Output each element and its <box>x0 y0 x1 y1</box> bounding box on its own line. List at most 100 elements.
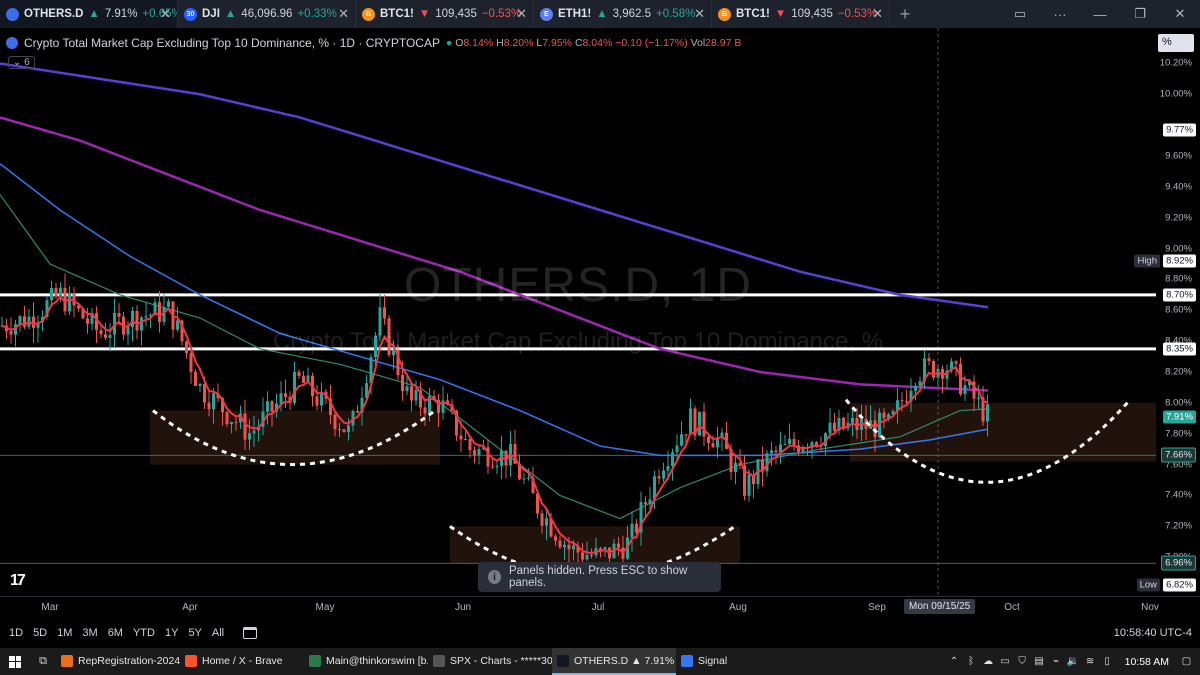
price-tick-label: 9.40% <box>1165 181 1192 193</box>
app-icon <box>433 654 445 667</box>
candle-body <box>680 434 683 446</box>
range-button-all[interactable]: All <box>207 627 229 639</box>
battery-icon[interactable]: ▯ <box>1102 656 1113 667</box>
candle-body <box>284 393 287 397</box>
volume-icon[interactable]: 🔉 <box>1067 656 1079 667</box>
calendar-icon[interactable] <box>243 627 258 639</box>
taskbar-app-label: Home / X - Brave <box>202 654 283 667</box>
shield-icon[interactable]: ⛉ <box>1017 656 1028 667</box>
range-button-5d[interactable]: 5D <box>28 627 52 639</box>
tab-price: 109,435 <box>791 8 833 20</box>
low-value-tag: 6.82% <box>1163 578 1196 592</box>
range-button-ytd[interactable]: YTD <box>128 627 160 639</box>
price-tick-label: 8.00% <box>1165 397 1192 409</box>
close-icon[interactable]: ✕ <box>516 6 527 22</box>
close-icon[interactable]: ✕ <box>338 6 349 22</box>
tab-0[interactable]: OTHERS.D ▲ 7.91% +0.65% ✕ <box>0 0 178 28</box>
bluetooth-icon[interactable]: ᛒ <box>966 656 977 667</box>
chart-clock[interactable]: 10:58:40 UTC-4 <box>1114 627 1192 639</box>
range-button-1m[interactable]: 1M <box>52 627 77 639</box>
candle-body <box>315 396 319 406</box>
candle-body <box>459 435 463 440</box>
range-button-3m[interactable]: 3M <box>77 627 102 639</box>
close-window-button[interactable]: ✕ <box>1160 6 1200 22</box>
wifi-icon[interactable]: ≋ <box>1085 656 1096 667</box>
candle-body <box>977 397 980 399</box>
candle-body <box>770 450 773 454</box>
time-tick-label: Nov <box>1141 602 1159 613</box>
candle-body <box>783 443 787 445</box>
price-tick-label: 10.20% <box>1159 57 1192 69</box>
tab-symbol: OTHERS.D <box>24 8 84 20</box>
candle-body <box>986 404 989 422</box>
symbol-watermark: OTHERS.D, 1D <box>403 259 753 312</box>
display-icon[interactable]: ▤ <box>1034 656 1045 667</box>
candle-body <box>293 372 296 403</box>
candle-body <box>198 383 202 386</box>
usb-icon[interactable]: ⌁ <box>1051 656 1062 667</box>
candle-body <box>617 543 620 548</box>
close-icon[interactable]: ✕ <box>160 6 171 22</box>
monitor-icon[interactable]: ▭ <box>1000 656 1011 667</box>
task-view-icon[interactable]: ⧉ <box>30 648 56 675</box>
price-tick-label: 8.20% <box>1165 366 1192 378</box>
chevron-up-icon[interactable]: ⌃ <box>949 656 960 667</box>
range-button-1y[interactable]: 1Y <box>160 627 183 639</box>
range-button-5y[interactable]: 5Y <box>183 627 206 639</box>
candle-body <box>468 439 472 451</box>
price-tick-label: 10.00% <box>1159 88 1192 100</box>
scale-mode-button[interactable]: % <box>1158 34 1194 52</box>
time-tick-label: May <box>315 602 335 613</box>
lower-line-tag: 8.35% <box>1163 342 1196 356</box>
upper-line-tag: 8.70% <box>1163 288 1196 302</box>
indicators-collapse-toggle[interactable]: ⌄ 6 <box>8 56 35 69</box>
taskbar-app-1[interactable]: Home / X - Brave <box>180 648 304 675</box>
more-options-icon[interactable]: ··· <box>1040 7 1080 22</box>
candle-body <box>788 438 791 444</box>
chart-pane[interactable]: OTHERS.D, 1D Crypto Total Market Cap Exc… <box>0 28 1200 596</box>
legend-title[interactable]: Crypto Total Market Cap Excluding Top 10… <box>24 36 440 50</box>
time-tick-label: Apr <box>182 602 198 613</box>
tab-2[interactable]: B BTC1! ▼ 109,435 −0.53% ✕ <box>356 0 534 28</box>
add-tab-button[interactable]: + <box>890 4 920 25</box>
close-icon[interactable]: ✕ <box>872 6 883 22</box>
notification-icon[interactable]: ▢ <box>1181 656 1192 667</box>
minimize-button[interactable]: — <box>1080 7 1120 22</box>
candle-body <box>212 393 215 410</box>
tab-4[interactable]: B BTC1! ▼ 109,435 −0.53% ✕ <box>712 0 890 28</box>
last-price-tag: 7.91% <box>1163 410 1196 424</box>
app-icon <box>61 654 73 667</box>
tab-3[interactable]: E ETH1! ▲ 3,962.5 +0.58% ✕ <box>534 0 712 28</box>
candle-body <box>207 402 211 410</box>
symbol-tab-bar: OTHERS.D ▲ 7.91% +0.65% ✕ 30 DJI ▲ 46,096.96 +0.3… <box>0 0 1200 28</box>
range-button-6m[interactable]: 6M <box>103 627 128 639</box>
candle-body <box>248 433 251 440</box>
time-axis[interactable]: Mar Apr May Jun Jul Aug Sep Oct Nov Mon 09/15/25 <box>0 596 1200 618</box>
tab-symbol: DJI <box>202 8 220 20</box>
taskbar-app-0[interactable]: RepRegistration-2024... <box>56 648 180 675</box>
candle-body <box>131 310 134 327</box>
app-icon <box>681 654 693 667</box>
time-tick-label: Jun <box>454 602 472 613</box>
time-tick-label: Jul <box>591 602 605 613</box>
tab-1[interactable]: 30 DJI ▲ 46,096.96 +0.33% ✕ <box>178 0 356 28</box>
taskbar-app-3[interactable]: SPX - Charts - *****30... <box>428 648 552 675</box>
tab-arrow-icon: ▲ <box>596 8 608 20</box>
candle-body <box>882 412 886 419</box>
range-button-1d[interactable]: 1D <box>4 627 28 639</box>
onedrive-icon[interactable]: ☁ <box>983 656 994 667</box>
candle-body <box>86 318 89 324</box>
maximize-button[interactable]: ❐ <box>1120 6 1160 22</box>
candle-body <box>900 400 904 402</box>
taskbar-app-5[interactable]: Signal <box>676 648 800 675</box>
close-icon[interactable]: ✕ <box>694 6 705 22</box>
candle-body <box>527 477 530 479</box>
taskbar-app-2[interactable]: Main@thinkorswim [b... <box>304 648 428 675</box>
start-button[interactable] <box>0 648 30 675</box>
candle-body <box>905 400 908 402</box>
candle-body <box>567 544 571 550</box>
taskbar-clock[interactable]: 10:58 AM <box>1125 656 1169 668</box>
taskbar-app-4[interactable]: OTHERS.D ▲ 7.91% +... <box>552 648 676 675</box>
date-range-toolbar: 1D 5D 1M 3M 6M YTD 1Y 5Y All 10:58:40 UTC-4 <box>0 618 1200 648</box>
layout-icon[interactable]: ▭ <box>1000 6 1040 22</box>
